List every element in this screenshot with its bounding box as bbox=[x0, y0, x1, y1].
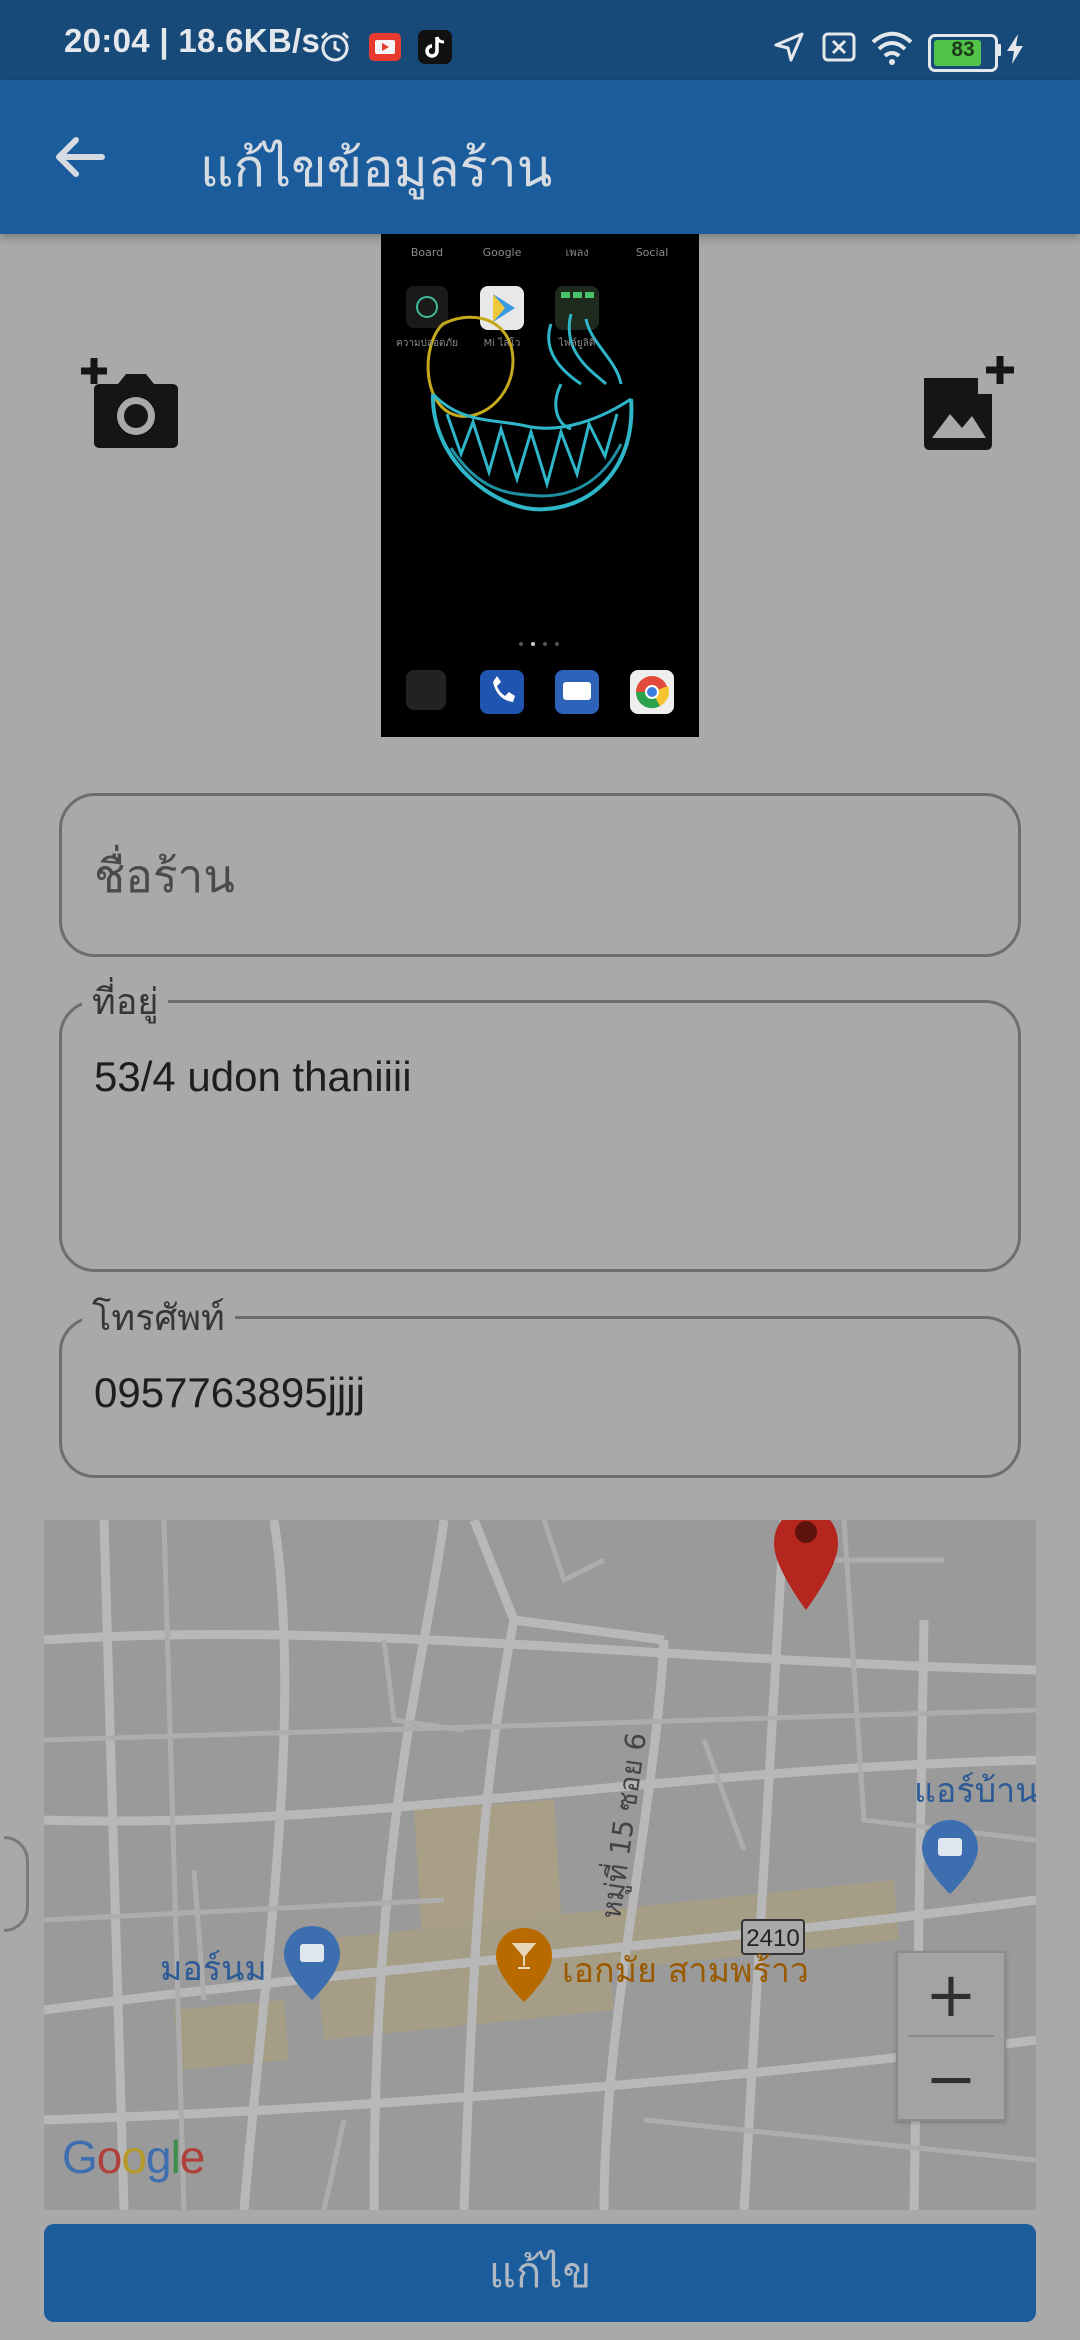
zoom-in-button[interactable]: + bbox=[898, 1953, 1004, 2035]
back-arrow-icon[interactable] bbox=[40, 118, 118, 196]
tiktok-icon bbox=[418, 30, 452, 64]
preview-label: ความปลอดภัย bbox=[396, 338, 458, 349]
poi-label-mornom: มอร์นม bbox=[160, 1949, 267, 1989]
preview-label: Google bbox=[483, 246, 522, 259]
image-picker: Board Google เพลง Social ความปลอดภัย Mi … bbox=[0, 234, 1080, 739]
add-photo-icon[interactable] bbox=[918, 354, 1018, 454]
route-shield-number: 2410 bbox=[746, 1925, 799, 1952]
phone-screenshot-image: Board Google เพลง Social ความปลอดภัย Mi … bbox=[381, 234, 699, 737]
phone-value: 0957763895jjjj bbox=[94, 1369, 365, 1416]
add-camera-icon[interactable] bbox=[80, 354, 180, 454]
location-map[interactable]: 2410 หมู่ที่ 15 ซอย 6 มอร์นม เอกมัย สามพ… bbox=[44, 1520, 1036, 2210]
poi-label-ekamai: เอกมัย สามพร้าว bbox=[562, 1951, 809, 1991]
preview-label: ไฟล์ยูลิตี bbox=[558, 337, 596, 349]
page-title: แก้ไขข้อมูลร้าน bbox=[200, 139, 553, 199]
address-label: ที่อยู่ bbox=[82, 973, 169, 1030]
youtube-icon bbox=[369, 33, 401, 61]
charging-icon bbox=[1007, 34, 1023, 64]
preview-label: Mi ไลโว bbox=[484, 336, 521, 349]
shop-name-placeholder: ชื่อร้าน bbox=[94, 849, 235, 903]
map-roads: 2410 หมู่ที่ 15 ซอย 6 มอร์นม เอกมัย สามพ… bbox=[44, 1520, 1036, 2210]
poi-label-airbaan: แอร์บ้าน bbox=[914, 1771, 1036, 1811]
preview-label: Social bbox=[636, 246, 669, 259]
edit-submit-button[interactable]: แก้ไข bbox=[44, 2224, 1036, 2322]
alarm-icon bbox=[320, 31, 350, 62]
google-logo: Google bbox=[62, 2131, 205, 2183]
edge-handle bbox=[4, 1836, 29, 1932]
preview-label: เพลง bbox=[565, 246, 588, 259]
phone-label: โทรศัพท์ bbox=[82, 1289, 235, 1346]
battery-cap bbox=[996, 44, 1001, 56]
zoom-controls: + − bbox=[896, 1951, 1006, 2121]
app-bar: แก้ไขข้อมูลร้าน bbox=[0, 80, 1080, 234]
shop-name-field[interactable]: ชื่อร้าน bbox=[59, 793, 1021, 957]
status-bar: 20:04 | 18.6KB/s 83 bbox=[0, 0, 1080, 80]
location-icon bbox=[774, 32, 804, 62]
address-field[interactable]: ที่อยู่ 53/4 udon thaniiii bbox=[59, 973, 1021, 1272]
preview-label: Board bbox=[411, 246, 443, 259]
battery-percent: 83 bbox=[951, 38, 975, 61]
status-time: 20:04 | 18.6KB/s bbox=[64, 22, 321, 59]
wifi-icon bbox=[871, 31, 913, 65]
address-value: 53/4 udon thaniiii bbox=[94, 1053, 412, 1100]
shop-image-preview[interactable]: Board Google เพลง Social ความปลอดภัย Mi … bbox=[381, 234, 699, 737]
zoom-out-button[interactable]: − bbox=[898, 2037, 1004, 2119]
battery-icon: 83 bbox=[928, 34, 998, 72]
sim-off-icon bbox=[822, 32, 856, 62]
phone-field[interactable]: โทรศัพท์ 0957763895jjjj bbox=[59, 1289, 1021, 1478]
